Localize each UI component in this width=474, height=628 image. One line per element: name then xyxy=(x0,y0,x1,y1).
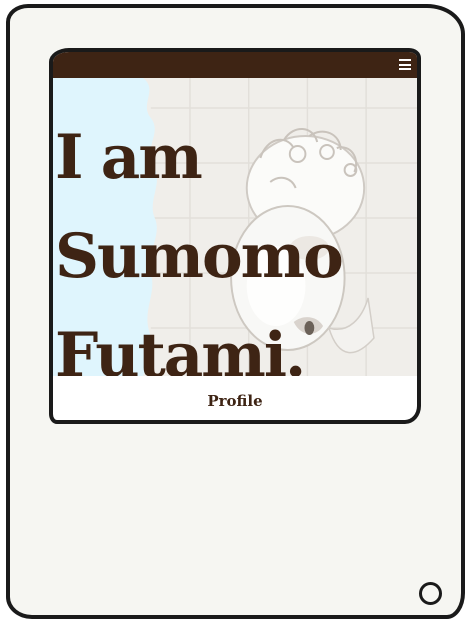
hero-title-line-3: Futami. xyxy=(55,320,306,376)
home-button-icon[interactable] xyxy=(419,582,442,605)
hero-section: I am Sumomo Futami. xyxy=(53,78,417,376)
hero-title-line-1: I am xyxy=(55,122,203,193)
browser-screen: I am Sumomo Futami. Profile xyxy=(49,48,421,424)
profile-link[interactable]: Profile xyxy=(53,392,417,410)
hero-title-line-2: Sumomo xyxy=(55,221,344,292)
hamburger-menu-icon[interactable] xyxy=(399,59,411,70)
hero-title: I am Sumomo Futami. xyxy=(55,108,344,376)
top-nav-bar xyxy=(53,52,417,78)
